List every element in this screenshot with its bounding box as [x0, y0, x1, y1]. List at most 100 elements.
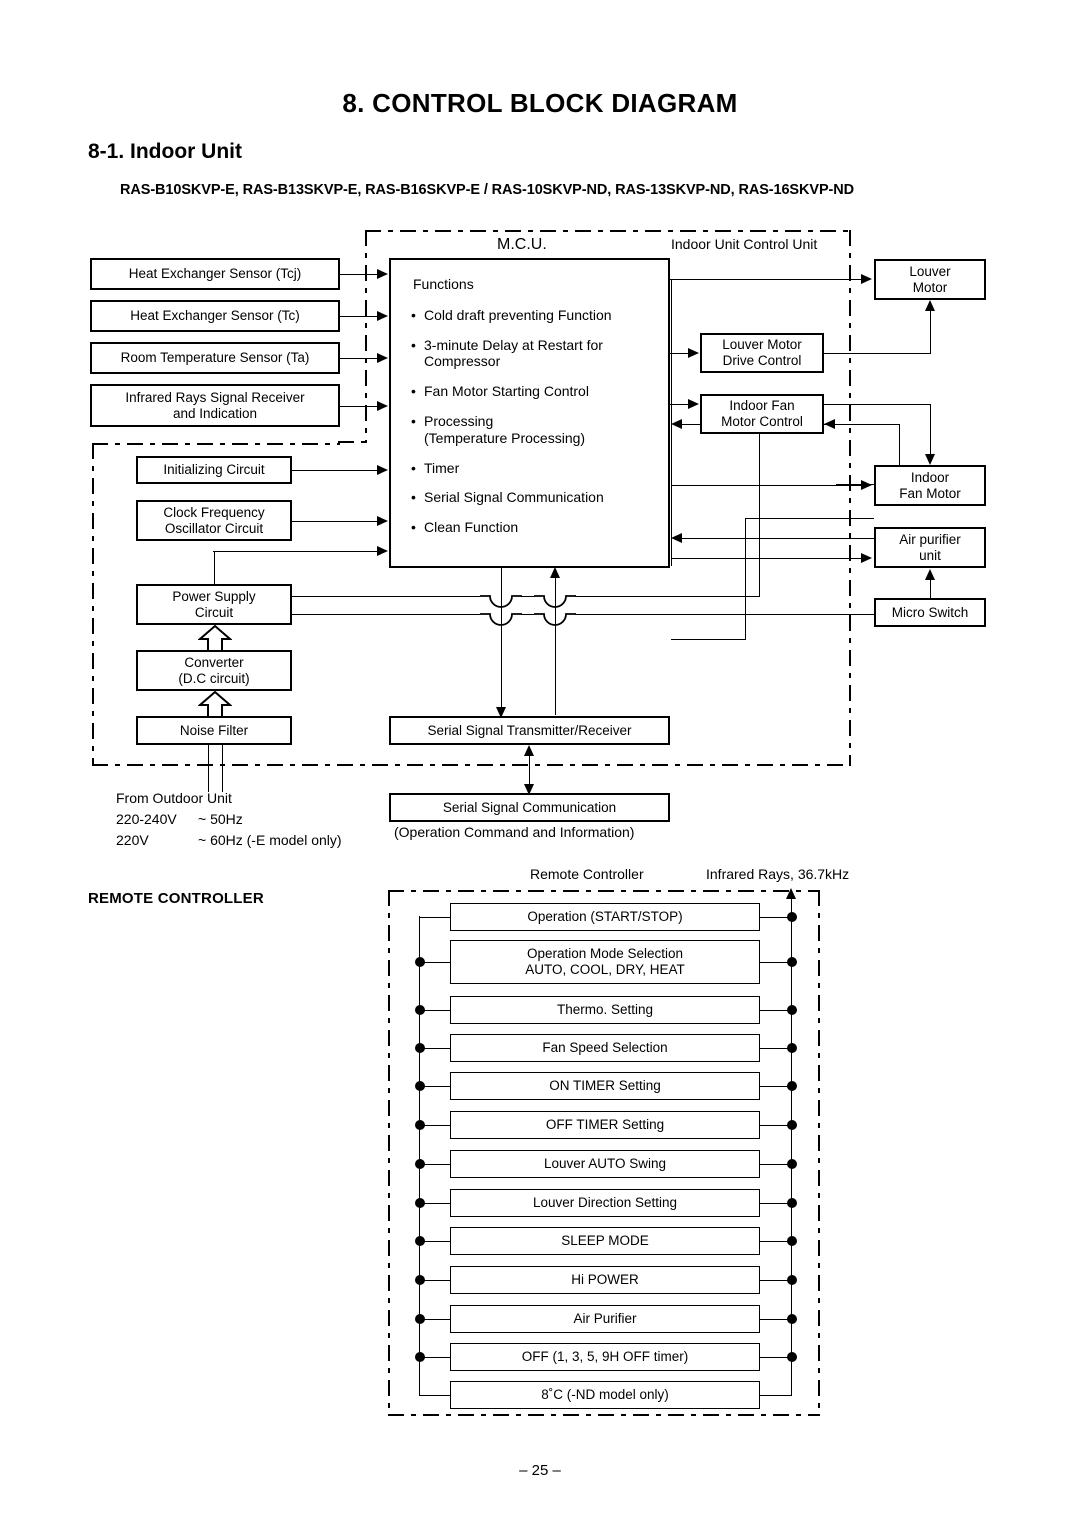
remote-row-dot-right-6: [787, 1159, 797, 1169]
indoor-unit-boundary-left-upper: [365, 230, 368, 443]
remote-function-label: Operation (START/STOP): [527, 909, 683, 925]
arrow-mcu-to-air-purifier: [861, 552, 872, 563]
infrared-rays-label: Infrared Rays, 36.7kHz: [706, 866, 850, 882]
arrow-mcu-to-fan-control: [688, 398, 699, 409]
wire-power-rail-bottom-right: [575, 614, 874, 615]
mcu-function-text: Cold draft preventing Function: [424, 306, 612, 323]
sensor-label: Infrared Rays Signal Receiver and Indica…: [125, 389, 305, 421]
indoor-unit-control-unit-label: Indoor Unit Control Unit: [671, 236, 818, 252]
indoor-unit-boundary-right: [849, 230, 852, 766]
mcu-function-subtext: Compressor: [424, 353, 501, 370]
remote-controller-boundary-left: [388, 890, 391, 1416]
arrow-tc-to-mcu: [377, 310, 388, 321]
wire-fanmotor-return-bottom: [671, 639, 746, 640]
model-list: RAS-B10SKVP-E, RAS-B13SKVP-E, RAS-B16SKV…: [120, 182, 854, 198]
remote-function-sublabel: AUTO, COOL, DRY, HEAT: [525, 962, 685, 977]
remote-function-louver-direction: Louver Direction Setting: [450, 1189, 760, 1217]
remote-row-dot-left-1: [415, 957, 425, 967]
block-clock-oscillator: Clock Frequency Oscillator Circuit: [136, 500, 292, 541]
remote-function-air-purifier: Air Purifier: [450, 1305, 760, 1333]
wire-mcu-to-indoor-fan-motor: [671, 485, 868, 486]
block-converter: Converter (D.C circuit): [136, 650, 292, 691]
remote-row-dot-left-4: [415, 1081, 425, 1091]
remote-function-label: OFF TIMER Setting: [545, 1117, 665, 1133]
power-source-line1: From Outdoor Unit: [116, 790, 232, 806]
remote-row-dot-right-3: [787, 1043, 797, 1053]
control-unit-boundary-bottom: [92, 764, 851, 767]
wire-fanmotor-return-v: [745, 518, 746, 640]
arrow-mcu-to-louver-drive: [688, 347, 699, 358]
block-label: Indoor Fan Motor: [899, 469, 961, 501]
block-label: Serial Signal Transmitter/Receiver: [427, 722, 632, 738]
mcu-function-item: Timer: [411, 460, 668, 477]
mcu-function-item: Serial Signal Communication: [411, 489, 668, 506]
block-louver-motor-drive-control: Louver Motor Drive Control: [700, 333, 824, 373]
mcu-box: Functions Cold draft preventing Function…: [389, 258, 670, 568]
remote-row-dot-right-1: [787, 957, 797, 967]
sensor-box-tcj: Heat Exchanger Sensor (Tcj): [90, 258, 340, 290]
control-unit-boundary-top: [92, 443, 340, 446]
remote-controller-boundary-top: [388, 890, 820, 893]
arrow-fan-control-to-mcu: [671, 418, 682, 429]
arrow-tcj-to-mcu: [377, 268, 388, 279]
wire-mcu-to-air-purifier: [671, 558, 868, 559]
block-micro-switch: Micro Switch: [874, 598, 986, 627]
remote-function-off-timer: OFF TIMER Setting: [450, 1111, 760, 1139]
arrow-converter-to-power: [198, 625, 232, 651]
block-label: Indoor Fan Motor Control: [721, 398, 803, 429]
block-label: Power Supply Circuit: [172, 588, 256, 620]
power-source-freq2: ~ 60Hz (-E model only): [198, 832, 342, 848]
remote-function-8c-mode: 8˚C (-ND model only): [450, 1381, 760, 1409]
page-number: – 25 –: [519, 1462, 561, 1479]
arrow-air-purifier-to-mcu: [671, 532, 682, 543]
mcu-function-text: 3-minute Delay at Restart for: [424, 336, 603, 353]
remote-function-label: Thermo. Setting: [556, 1002, 654, 1018]
remote-function-label: ON TIMER Setting: [549, 1078, 661, 1094]
block-label: Micro Switch: [891, 604, 969, 620]
wire-louver-drive-right: [824, 353, 931, 354]
wire-fan-motor-feedback-h2: [824, 424, 900, 425]
mcu-label: M.C.U.: [497, 236, 547, 253]
wire-power-rail-bottom: [292, 614, 480, 615]
remote-row-dot-right-9: [787, 1275, 797, 1285]
wire-hop-bottom-b: [534, 602, 576, 628]
power-source-voltage1: 220-240V: [116, 811, 177, 827]
remote-row-dot-right-11: [787, 1352, 797, 1362]
power-source-freq1: ~ 50Hz: [198, 811, 243, 827]
remote-controller-heading: REMOTE CONTROLLER: [88, 890, 264, 907]
remote-function-label: Hi POWER: [571, 1272, 639, 1288]
arrow-ir-to-mcu: [377, 400, 388, 411]
mcu-function-item: Processing (Temperature Processing): [411, 413, 668, 447]
page-canvas: 8. CONTROL BLOCK DIAGRAM 8-1. Indoor Uni…: [0, 0, 1080, 1525]
wire-power-rail-bottom-mid: [521, 614, 534, 615]
block-air-purifier-unit: Air purifier unit: [874, 527, 986, 568]
section-title: 8-1. Indoor Unit: [88, 140, 242, 163]
block-label: Initializing Circuit: [163, 462, 265, 478]
remote-row-dot-right-0: [787, 912, 797, 922]
mcu-function-text: Fan Motor Starting Control: [424, 383, 589, 400]
remote-function-sleep-mode: SLEEP MODE: [450, 1227, 760, 1255]
remote-function-label: Fan Speed Selection: [542, 1040, 668, 1056]
remote-row-wire-left-0: [419, 917, 451, 918]
remote-function-mode-selection: Operation Mode Selection AUTO, COOL, DRY…: [450, 940, 760, 984]
block-power-supply-circuit: Power Supply Circuit: [136, 584, 292, 625]
mcu-function-text: Serial Signal Communication: [424, 489, 604, 506]
page-title: 8. CONTROL BLOCK DIAGRAM: [342, 88, 738, 118]
sensor-box-tc: Heat Exchanger Sensor (Tc): [90, 300, 340, 332]
arrow-fan-control-to-motor: [924, 454, 935, 465]
arrow-serial-link-up: [523, 745, 534, 756]
remote-row-dot-left-10: [415, 1314, 425, 1324]
remote-controller-boundary-right: [818, 890, 821, 1416]
wire-fan-control-down: [930, 404, 931, 454]
wire-init-to-mcu: [292, 470, 383, 471]
mcu-function-item: 3-minute Delay at Restart for Compressor: [411, 337, 668, 371]
arrow-mcu-to-louver-motor: [861, 273, 872, 284]
sensor-box-ir-receiver: Infrared Rays Signal Receiver and Indica…: [90, 384, 340, 427]
arrow-mcu-to-indoor-fan-motor: [861, 479, 872, 490]
wire-fanmotor-return-h: [745, 518, 874, 519]
block-label: Air purifier unit: [899, 531, 961, 563]
block-serial-communication: Serial Signal Communication: [389, 793, 670, 822]
remote-row-dot-left-7: [415, 1198, 425, 1208]
block-label: Noise Filter: [179, 722, 249, 738]
sensor-label: Heat Exchanger Sensor (Tcj): [128, 266, 302, 282]
